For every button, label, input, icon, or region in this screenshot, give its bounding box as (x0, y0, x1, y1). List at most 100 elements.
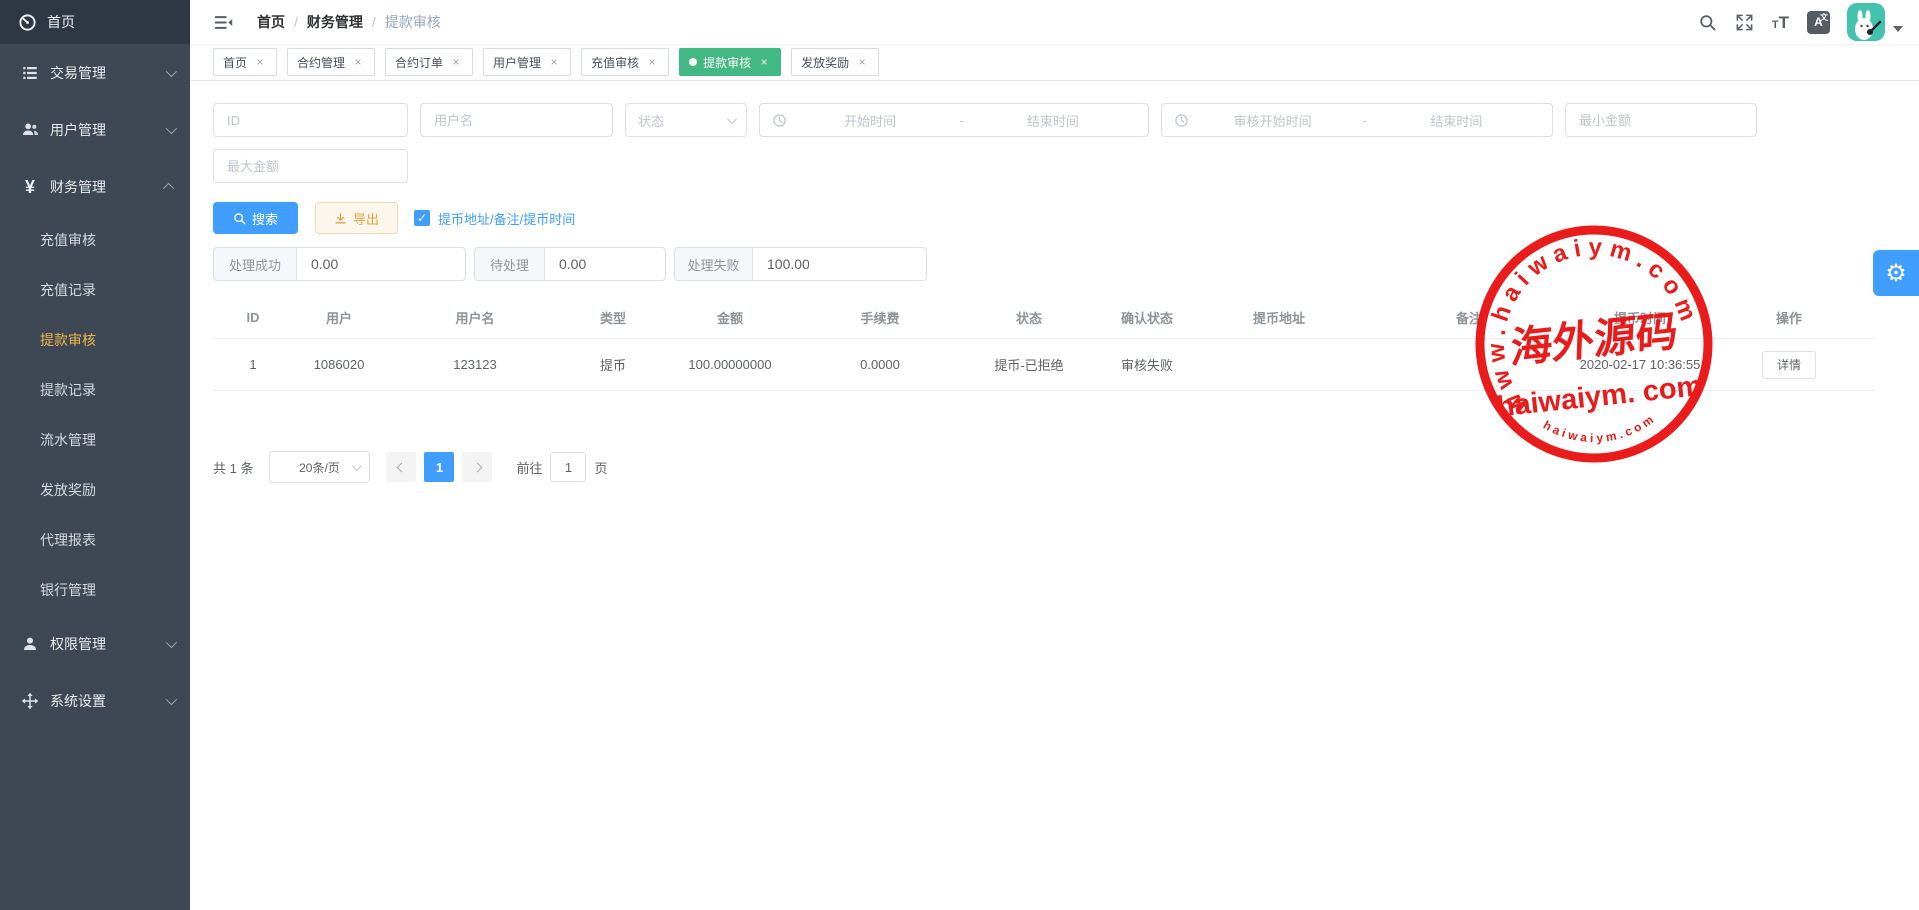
stat-failed: 处理失败 (674, 247, 927, 281)
end-time-placeholder: 结束时间 (970, 111, 1136, 130)
col-type: 类型 (565, 301, 661, 339)
max-amount-input[interactable] (213, 149, 408, 183)
tab-contract-manage[interactable]: 合约管理× (287, 48, 375, 76)
stat-pending-value[interactable] (544, 247, 666, 281)
stat-failed-value[interactable] (752, 247, 927, 281)
chevron-down-icon (166, 65, 177, 76)
main-area: 首页 / 财务管理 / 提款审核 TT A文 (190, 0, 1919, 910)
tab-reward[interactable]: 发放奖励× (791, 48, 879, 76)
top-navbar: 首页 / 财务管理 / 提款审核 TT A文 (190, 0, 1919, 44)
sidebar-item-withdraw-record[interactable]: 提款记录 (0, 365, 190, 415)
audit-time-range-picker[interactable]: 审核开始时间 - 结束时间 (1161, 103, 1553, 137)
actions-row: 搜索 导出 ✓ 提币地址/备注/提币时间 (213, 202, 1919, 234)
chevron-down-icon (166, 636, 177, 647)
sidebar-item-recharge-audit[interactable]: 充值审核 (0, 215, 190, 265)
close-icon[interactable]: × (757, 55, 771, 69)
font-size-icon[interactable]: TT (1763, 14, 1798, 31)
caret-down-icon[interactable] (1893, 26, 1903, 32)
chevron-right-icon (473, 462, 483, 472)
search-icon[interactable] (1689, 13, 1726, 32)
sidebar-item-users[interactable]: 用户管理 (0, 101, 190, 158)
sidebar-item-trade[interactable]: 交易管理 (0, 44, 190, 101)
sidebar-item-reward[interactable]: 发放奖励 (0, 465, 190, 515)
breadcrumb-separator: / (294, 14, 298, 30)
id-input[interactable] (213, 103, 408, 137)
min-amount-input[interactable] (1565, 103, 1757, 137)
translate-icon[interactable]: A文 (1798, 11, 1839, 34)
page-unit-label: 页 (594, 458, 607, 477)
finance-submenu: 充值审核 充值记录 提款审核 提款记录 流水管理 发放奖励 代理报表 银行管理 (0, 215, 190, 615)
breadcrumb-section[interactable]: 财务管理 (307, 12, 363, 32)
close-icon[interactable]: × (449, 55, 463, 69)
range-separator: - (1356, 113, 1372, 128)
settings-fab-button[interactable]: ⚙ (1873, 250, 1919, 296)
detail-button[interactable]: 详情 (1762, 351, 1816, 379)
close-icon[interactable]: × (645, 55, 659, 69)
breadcrumb: 首页 / 财务管理 / 提款审核 (257, 12, 441, 32)
list-icon (18, 64, 42, 82)
cell-username: 123123 (385, 339, 565, 391)
address-remark-checkbox-group[interactable]: ✓ 提币地址/备注/提币时间 (414, 209, 575, 228)
start-time-placeholder: 开始时间 (787, 111, 953, 130)
stat-success-value[interactable] (296, 247, 466, 281)
hamburger-icon[interactable] (204, 7, 243, 38)
stat-pending: 待处理 (474, 247, 666, 281)
goto-page-input[interactable] (550, 452, 586, 482)
chevron-down-icon (352, 461, 362, 471)
cell-id: 1 (213, 339, 293, 391)
col-action: 操作 (1703, 301, 1875, 339)
chevron-left-icon (397, 462, 407, 472)
tab-contract-orders[interactable]: 合约订单× (385, 48, 473, 76)
filter-row-2 (213, 149, 1919, 183)
sidebar-item-recharge-record[interactable]: 充值记录 (0, 265, 190, 315)
sidebar: 首页 交易管理 用户管理 ¥ 财务管理 充值审核 充值记录 提款审核 提款记录 (0, 0, 190, 910)
sidebar-item-permission[interactable]: 权限管理 (0, 615, 190, 672)
time-range-picker[interactable]: 开始时间 - 结束时间 (759, 103, 1149, 137)
close-icon[interactable]: × (253, 55, 267, 69)
col-username: 用户名 (385, 301, 565, 339)
sidebar-item-withdraw-audit[interactable]: 提款审核 (0, 315, 190, 365)
next-page-button[interactable] (462, 452, 492, 482)
close-icon[interactable]: × (855, 55, 869, 69)
sidebar-item-finance[interactable]: ¥ 财务管理 (0, 158, 190, 215)
cell-fee: 0.0000 (799, 339, 961, 391)
sidebar-item-agent-report[interactable]: 代理报表 (0, 515, 190, 565)
tab-user-manage[interactable]: 用户管理× (483, 48, 571, 76)
close-icon[interactable]: × (351, 55, 365, 69)
tab-recharge-audit[interactable]: 充值审核× (581, 48, 669, 76)
clock-icon (772, 113, 787, 128)
sidebar-item-settings[interactable]: 系统设置 (0, 672, 190, 729)
table-row: 1 1086020 123123 提币 100.00000000 0.0000 … (213, 339, 1875, 391)
tab-home[interactable]: 首页× (213, 48, 277, 76)
content: 状态 开始时间 - 结束时间 审核开始时间 - 结束时间 (190, 81, 1919, 910)
sidebar-item-label: 系统设置 (50, 691, 166, 711)
page-size-select[interactable]: 20条/页 (269, 451, 370, 483)
breadcrumb-current: 提款审核 (385, 12, 441, 32)
users-icon (18, 120, 42, 139)
sidebar-item-flow-manage[interactable]: 流水管理 (0, 415, 190, 465)
prev-page-button[interactable] (386, 452, 416, 482)
username-input[interactable] (420, 103, 613, 137)
search-button[interactable]: 搜索 (213, 202, 298, 234)
sidebar-item-label: 交易管理 (50, 63, 166, 83)
chevron-down-icon (166, 122, 177, 133)
clock-icon (1174, 113, 1189, 128)
cell-status: 提币-已拒绝 (961, 339, 1097, 391)
tab-withdraw-audit[interactable]: 提款审核× (679, 48, 781, 76)
col-address: 提币地址 (1197, 301, 1361, 339)
status-select[interactable]: 状态 (625, 103, 747, 137)
col-user: 用户 (293, 301, 385, 339)
close-icon[interactable]: × (547, 55, 561, 69)
col-time: 提币时间 (1577, 301, 1703, 339)
cell-time: 2020-02-17 10:36:55 (1577, 339, 1703, 391)
fullscreen-icon[interactable] (1726, 13, 1763, 32)
avatar[interactable] (1847, 3, 1885, 41)
sidebar-item-bank-manage[interactable]: 银行管理 (0, 565, 190, 615)
checkbox-checked-icon[interactable]: ✓ (414, 210, 430, 226)
withdraw-table: ID 用户 用户名 类型 金额 手续费 状态 确认状态 提币地址 备注 提币时间… (213, 301, 1875, 391)
sidebar-item-home[interactable]: 首页 (0, 0, 190, 44)
breadcrumb-home[interactable]: 首页 (257, 12, 285, 32)
col-status: 状态 (961, 301, 1097, 339)
page-number-button[interactable]: 1 (424, 452, 454, 482)
export-button[interactable]: 导出 (315, 202, 398, 234)
